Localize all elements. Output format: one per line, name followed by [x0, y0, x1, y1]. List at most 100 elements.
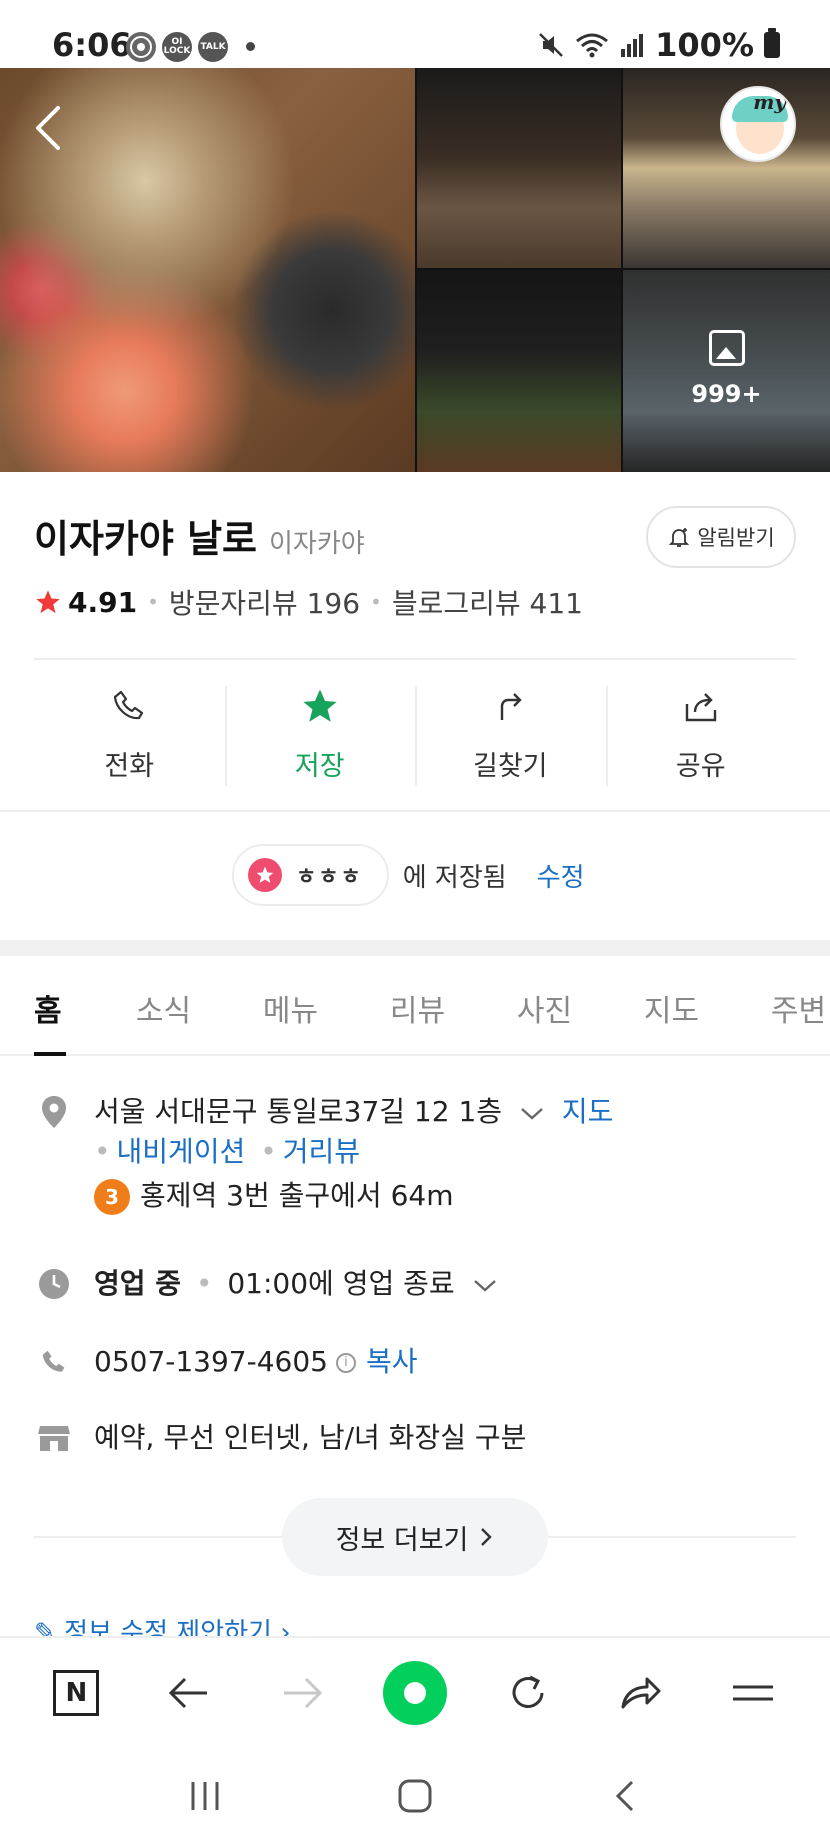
naver-home-button[interactable]: N — [36, 1653, 116, 1733]
phone-block: 0507-1397-4605 i 복사 — [94, 1342, 418, 1382]
green-dot-button[interactable] — [375, 1653, 455, 1733]
notification-dot — [246, 42, 255, 51]
tab-reviews[interactable]: 리뷰 — [354, 956, 481, 1054]
share-page-button[interactable] — [601, 1653, 681, 1733]
info-icon[interactable]: i — [335, 1353, 356, 1373]
arrow-left-icon — [169, 1677, 208, 1709]
place-name: 이자카야 날로 — [34, 517, 257, 561]
forward-share-icon — [621, 1677, 661, 1709]
pencil-icon: ✎ — [34, 1618, 56, 1636]
chevron-right-icon: › — [280, 1618, 291, 1636]
photo-more-count: 999+ — [691, 380, 762, 408]
hours-row[interactable]: 영업 중 • 01:00에 영업 종료 — [34, 1264, 500, 1304]
share-icon — [685, 693, 716, 722]
home-button[interactable] — [385, 1766, 445, 1826]
photo-interior-3[interactable] — [417, 270, 621, 472]
my-avatar-button[interactable]: my — [720, 86, 796, 162]
directions-button[interactable]: 길찾기 — [415, 686, 606, 786]
phone-icon — [34, 1342, 74, 1382]
status-bar: 6:06 OI LOCK TALK 100% — [0, 0, 830, 68]
arrow-right-icon — [284, 1677, 323, 1709]
copy-phone-button[interactable]: 복사 — [366, 1345, 418, 1378]
streetview-link[interactable]: 거리뷰 — [283, 1135, 360, 1168]
save-label: 저장 — [294, 751, 345, 782]
divider — [34, 658, 796, 660]
clock-icon — [34, 1264, 74, 1304]
tab-home[interactable]: 홈 — [0, 956, 100, 1056]
tab-news[interactable]: 소식 — [100, 956, 227, 1054]
chevron-left-icon — [615, 1780, 634, 1812]
rating-row: 4.91 • 방문자리뷰 196 • 블로그리뷰 411 — [34, 582, 583, 622]
back-button[interactable] — [30, 98, 70, 158]
location-pin-icon — [34, 1092, 74, 1132]
refresh-icon — [512, 1675, 544, 1708]
notify-button[interactable]: 알림받기 — [646, 506, 796, 568]
signal-icon — [621, 34, 644, 57]
phone-row: 0507-1397-4605 i 복사 — [34, 1342, 418, 1382]
system-nav-bar — [0, 1748, 830, 1844]
directions-icon — [501, 693, 522, 720]
address-row: 서울 서대문구 통일로37길 12 1층 지도 • 내비게이션 • 거리뷰 3 홍제역… — [34, 1092, 613, 1216]
tab-nearby[interactable]: 주변 — [735, 956, 830, 1054]
naver-n-icon: N — [53, 1670, 100, 1716]
chevron-down-icon[interactable] — [470, 1275, 500, 1295]
photo-more[interactable]: 999+ — [623, 270, 830, 472]
lock-icon: OI LOCK — [162, 32, 192, 62]
recent-apps-button[interactable] — [175, 1766, 235, 1826]
more-info-label: 정보 더보기 — [335, 1524, 469, 1556]
tab-map[interactable]: 지도 — [608, 956, 735, 1054]
menu-icon — [733, 1685, 774, 1701]
navigation-link[interactable]: 내비게이션 — [117, 1135, 246, 1168]
browser-toolbar: N — [0, 1636, 830, 1748]
status-time: 6:06 — [52, 26, 132, 64]
home-icon — [398, 1779, 432, 1813]
tab-photos[interactable]: 사진 — [481, 956, 608, 1054]
tab-menu[interactable]: 메뉴 — [227, 956, 354, 1054]
refresh-button[interactable] — [488, 1653, 568, 1733]
image-icon — [709, 330, 745, 366]
photo-interior-1[interactable] — [417, 68, 621, 268]
wifi-icon — [576, 33, 609, 58]
back-nav-button[interactable] — [149, 1653, 229, 1733]
call-button[interactable]: 전화 — [34, 686, 225, 786]
visitor-reviews-link[interactable]: 방문자리뷰 196 — [169, 582, 360, 622]
chrome-icon — [126, 32, 156, 62]
place-category: 이자카야 — [269, 529, 365, 559]
action-bar: 전화 저장 길찾기 공유 — [34, 686, 796, 786]
menu-button[interactable] — [713, 1653, 793, 1733]
battery-icon — [764, 28, 780, 58]
battery-percent: 100% — [655, 26, 754, 64]
address-text[interactable]: 서울 서대문구 통일로37길 12 1층 — [94, 1095, 502, 1128]
saved-list-chip[interactable]: ㅎㅎㅎ — [232, 844, 389, 906]
separator-dot: • — [195, 1267, 213, 1300]
photo-gallery[interactable]: 999+ my — [0, 68, 830, 472]
more-info-button[interactable]: 정보 더보기 — [282, 1498, 548, 1576]
hours-text: 01:00에 영업 종료 — [227, 1267, 455, 1300]
rating-value: 4.91 — [68, 585, 138, 619]
mute-icon — [539, 33, 564, 57]
chevron-down-icon[interactable] — [517, 1103, 547, 1123]
forward-nav-button[interactable] — [262, 1653, 342, 1733]
saved-row: ㅎㅎㅎ 에 저장됨 수정 — [232, 844, 585, 906]
blog-reviews-link[interactable]: 블로그리뷰 411 — [392, 582, 583, 622]
edit-saved-link[interactable]: 수정 — [537, 857, 585, 894]
photo-overlay — [623, 270, 830, 472]
separator-dot: • — [147, 590, 159, 614]
suggest-edit-link[interactable]: ✎ 정보 수정 제안하기 › — [34, 1612, 291, 1636]
chevron-left-icon — [36, 106, 60, 150]
place-title-row: 이자카야 날로 이자카야 — [34, 508, 365, 563]
share-button[interactable]: 공유 — [605, 686, 797, 786]
divider — [0, 810, 830, 812]
green-dot-icon — [382, 1661, 447, 1725]
separator-dot: • — [94, 1135, 111, 1168]
map-link[interactable]: 지도 — [562, 1095, 614, 1128]
system-back-button[interactable] — [595, 1766, 655, 1826]
rating-star-icon — [36, 590, 60, 614]
recent-apps-icon — [191, 1782, 219, 1810]
amenities-text: 예약, 무선 인터넷, 남/녀 화장실 구분 — [94, 1421, 527, 1454]
star-icon — [303, 689, 337, 722]
save-button[interactable]: 저장 — [224, 686, 416, 786]
photo-interior-2[interactable] — [623, 68, 830, 268]
phone-number[interactable]: 0507-1397-4605 — [94, 1345, 328, 1378]
subway-line-badge: 3 — [94, 1179, 130, 1215]
